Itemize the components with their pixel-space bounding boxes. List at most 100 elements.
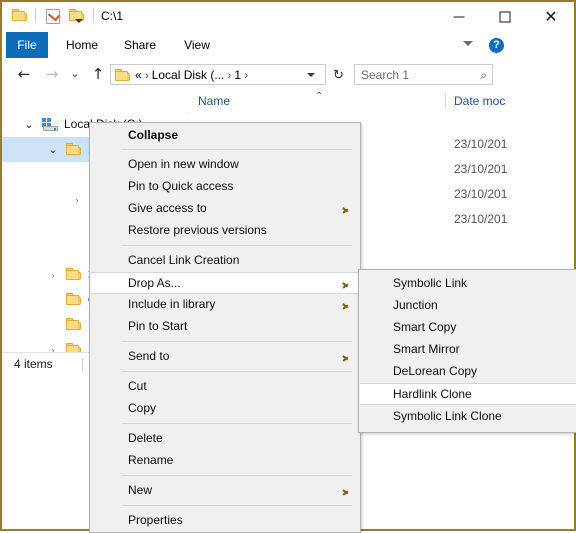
quick-access-folder-icon[interactable] [12,9,28,25]
file-row-date: 23/10/201 [454,162,508,176]
breadcrumb-sep-2: › [227,68,232,82]
qat-divider-2 [93,8,94,23]
help-icon[interactable]: ? [489,38,504,53]
menu-item-new[interactable]: New [91,480,361,502]
menu-item-label: Restore previous versions [128,223,267,237]
file-row-date: 23/10/201 [454,212,508,226]
ribbon-tab-bar: File Home Share View ? [2,32,574,59]
menu-item-cancel-link-creation[interactable]: Cancel Link Creation [91,250,361,272]
menu-item-label: Rename [128,453,174,467]
minimize-icon [453,16,465,18]
menu-item-copy[interactable]: Copy [91,398,361,420]
chevron-right-icon [342,277,349,291]
file-row-date: 23/10/201 [454,187,508,201]
address-folder-icon [115,69,130,81]
menu-separator [122,245,352,246]
tree-twisty-collapsed-icon[interactable]: › [48,345,58,352]
menu-item-label: Give access to [128,201,207,215]
tab-home[interactable]: Home [58,32,106,58]
menu-item-label: Cut [128,379,147,393]
tree-twisty-collapsed-icon[interactable]: › [72,195,82,205]
menu-item-label: Delete [128,431,163,445]
qat-divider-1 [35,8,36,23]
menu-item-drop-as[interactable]: Drop As... [91,272,361,294]
properties-glyph [46,9,61,24]
menu-item-label: DeLorean Copy [393,364,478,378]
breadcrumb-item-drive[interactable]: Local Disk (... [152,68,225,82]
menu-item-include-in-library[interactable]: Include in library [91,294,361,316]
menu-item-give-access-to[interactable]: Give access to [91,198,361,220]
tree-twisty-expanded-icon[interactable]: ⌄ [48,145,58,156]
menu-item-label: Copy [128,401,157,415]
tab-view[interactable]: View [174,32,220,58]
quick-access-properties-icon[interactable] [46,9,62,25]
menu-item-label: Collapse [128,128,179,142]
folder-icon [66,343,81,352]
folder-icon [66,268,81,280]
column-header-date-modified[interactable]: Date moc [454,94,505,108]
column-header-name[interactable]: Name [198,94,230,108]
menu-item-pin-to-quick-access[interactable]: Pin to Quick access [91,176,361,198]
submenu-item-junction[interactable]: Junction [360,295,576,317]
search-input[interactable]: Search 1 ⌕ [354,64,493,85]
search-placeholder: Search 1 [361,68,410,82]
address-bar-row: ← → ⌄ ↑ «› Local Disk (... › 1 › ↻ Search 1 … [2,58,574,90]
column-divider[interactable] [445,93,446,109]
customize-qat-chevron-down-icon[interactable] [75,19,83,23]
menu-item-cut[interactable]: Cut [91,376,361,398]
menu-item-collapse[interactable]: Collapse [91,125,361,147]
menu-item-label: Hardlink Clone [393,387,472,401]
tree-twisty-collapsed-icon[interactable]: › [48,270,58,280]
breadcrumb: «› Local Disk (... › 1 › [135,68,251,82]
tab-share[interactable]: Share [116,32,164,58]
menu-item-label: Pin to Quick access [128,179,234,193]
menu-separator [122,423,352,424]
refresh-button[interactable]: ↻ [328,64,349,85]
address-history-chevron-down-icon[interactable] [307,73,315,77]
minimize-button[interactable] [436,2,482,32]
menu-item-label: New [128,483,153,497]
maximize-button[interactable] [482,2,528,32]
forward-button[interactable]: → [42,65,62,83]
menu-item-delete[interactable]: Delete [91,428,361,450]
menu-item-open-in-new-window[interactable]: Open in new window [91,154,361,176]
menu-item-label: Properties [128,513,183,527]
folder-glyph [12,9,27,21]
menu-item-label: Smart Mirror [393,342,460,356]
chevron-right-icon [342,484,349,498]
submenu-item-delorean-copy[interactable]: DeLorean Copy [360,361,576,383]
expand-ribbon-chevron-down-icon[interactable] [463,41,473,46]
submenu-item-hardlink-clone[interactable]: Hardlink Clone [360,383,576,405]
column-header-row: Name ⌃ Date moc [2,90,574,113]
context-menu: Collapse Open in new window Pin to Quick… [89,122,361,533]
search-icon: ⌕ [480,68,487,82]
menu-item-send-to[interactable]: Send to [91,346,361,368]
menu-item-restore-previous-versions[interactable]: Restore previous versions [91,220,361,242]
menu-item-label: Open in new window [128,157,239,171]
tab-file[interactable]: File [6,32,48,58]
close-button[interactable]: ✕ [528,2,574,32]
breadcrumb-overflow[interactable]: « [135,68,142,82]
back-button[interactable]: ← [14,65,34,83]
explorer-window: C:\1 ✕ File Home Share View ? ← → ⌄ ↑ «›… [0,0,576,533]
drive-icon [42,118,58,131]
menu-item-rename[interactable]: Rename [91,450,361,472]
submenu-item-symbolic-link-clone[interactable]: Symbolic Link Clone [360,406,576,428]
address-input[interactable]: «› Local Disk (... › 1 › [110,64,326,85]
submenu-item-smart-mirror[interactable]: Smart Mirror [360,339,576,361]
up-button[interactable]: ↑ [88,65,108,83]
menu-item-pin-to-start[interactable]: Pin to Start [91,316,361,338]
chevron-right-icon [342,350,349,364]
breadcrumb-sep-1: › [144,68,149,82]
menu-item-label: Symbolic Link [393,276,468,290]
close-icon: ✕ [544,7,558,26]
menu-item-properties[interactable]: Properties [91,510,361,532]
tree-twisty-expanded-icon[interactable]: ⌄ [24,120,34,131]
submenu-item-symbolic-link[interactable]: Symbolic Link [360,273,576,295]
folder-icon [66,293,81,305]
title-bar: C:\1 ✕ [2,2,574,32]
chevron-right-icon [342,202,349,216]
submenu-item-smart-copy[interactable]: Smart Copy [360,317,576,339]
recent-locations-button[interactable]: ⌄ [65,65,85,83]
window-title: C:\1 [101,9,124,23]
